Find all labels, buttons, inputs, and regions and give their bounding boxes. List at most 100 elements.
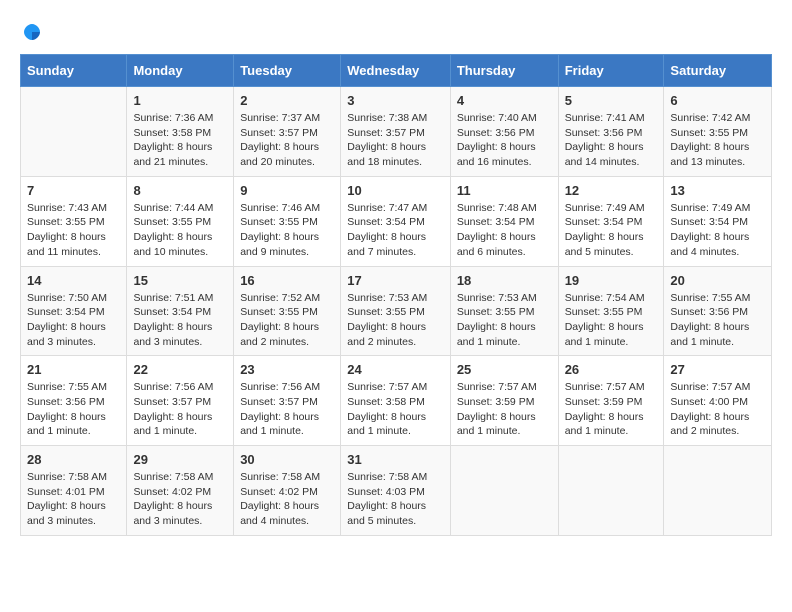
day-number: 14 xyxy=(27,273,120,288)
day-info: Sunrise: 7:54 AMSunset: 3:55 PMDaylight:… xyxy=(565,291,658,350)
col-sunday: Sunday xyxy=(21,55,127,87)
calendar-cell: 21 Sunrise: 7:55 AMSunset: 3:56 PMDayligh… xyxy=(21,356,127,446)
calendar-cell: 23Sunrise: 7:56 AMSunset: 3:57 PMDayligh… xyxy=(234,356,341,446)
calendar-cell: 30 Sunrise: 7:58 AMSunset: 4:02 PMDayligh… xyxy=(234,446,341,536)
calendar-header: Sunday Monday Tuesday Wednesday Thursday… xyxy=(21,55,772,87)
calendar-cell xyxy=(450,446,558,536)
col-thursday: Thursday xyxy=(450,55,558,87)
col-tuesday: Tuesday xyxy=(234,55,341,87)
day-info: Sunrise: 7:55 AMSunset: 3:56 PMDaylight:… xyxy=(27,380,120,439)
calendar-cell: 14Sunrise: 7:50 AMSunset: 3:54 PMDayligh… xyxy=(21,266,127,356)
day-info: Sunrise: 7:42 AMSunset: 3:55 PMDaylight:… xyxy=(670,111,765,170)
calendar-week-5: 28 Sunrise: 7:58 AMSunset: 4:01 PMDayligh… xyxy=(21,446,772,536)
day-info: Sunrise: 7:53 AMSunset: 3:55 PMDaylight:… xyxy=(347,291,444,350)
logo-icon xyxy=(20,20,44,44)
day-number: 28 xyxy=(27,452,120,467)
day-number: 6 xyxy=(670,93,765,108)
day-info: Sunrise: 7:48 AMSunset: 3:54 PMDaylight:… xyxy=(457,201,552,260)
day-number: 30 xyxy=(240,452,334,467)
col-saturday: Saturday xyxy=(664,55,772,87)
calendar-cell: 11 Sunrise: 7:48 AMSunset: 3:54 PMDayligh… xyxy=(450,176,558,266)
calendar-cell: 9Sunrise: 7:46 AMSunset: 3:55 PMDaylight… xyxy=(234,176,341,266)
calendar-cell: 17 Sunrise: 7:53 AMSunset: 3:55 PMDayligh… xyxy=(341,266,451,356)
day-info: Sunrise: 7:58 AMSunset: 4:03 PMDaylight:… xyxy=(347,470,444,529)
calendar-week-2: 7Sunrise: 7:43 AMSunset: 3:55 PMDaylight… xyxy=(21,176,772,266)
day-number: 19 xyxy=(565,273,658,288)
day-number: 4 xyxy=(457,93,552,108)
day-number: 20 xyxy=(670,273,765,288)
day-info: Sunrise: 7:58 AMSunset: 4:01 PMDaylight:… xyxy=(27,470,120,529)
day-info: Sunrise: 7:36 AMSunset: 3:58 PMDaylight:… xyxy=(133,111,227,170)
day-info: Sunrise: 7:58 AMSunset: 4:02 PMDaylight:… xyxy=(240,470,334,529)
day-number: 22 xyxy=(133,362,227,377)
calendar-cell xyxy=(558,446,664,536)
day-info: Sunrise: 7:51 AMSunset: 3:54 PMDaylight:… xyxy=(133,291,227,350)
day-info: Sunrise: 7:49 AMSunset: 3:54 PMDaylight:… xyxy=(565,201,658,260)
calendar-table: Sunday Monday Tuesday Wednesday Thursday… xyxy=(20,54,772,536)
day-number: 27 xyxy=(670,362,765,377)
calendar-cell: 31 Sunrise: 7:58 AMSunset: 4:03 PMDayligh… xyxy=(341,446,451,536)
calendar-week-4: 21 Sunrise: 7:55 AMSunset: 3:56 PMDayligh… xyxy=(21,356,772,446)
calendar-cell: 16Sunrise: 7:52 AMSunset: 3:55 PMDayligh… xyxy=(234,266,341,356)
day-number: 12 xyxy=(565,183,658,198)
day-info: Sunrise: 7:57 AMSunset: 3:59 PMDaylight:… xyxy=(565,380,658,439)
calendar-cell: 1 Sunrise: 7:36 AMSunset: 3:58 PMDaylight… xyxy=(127,87,234,177)
calendar-cell: 20Sunrise: 7:55 AMSunset: 3:56 PMDayligh… xyxy=(664,266,772,356)
day-number: 29 xyxy=(133,452,227,467)
day-number: 3 xyxy=(347,93,444,108)
calendar-cell: 7Sunrise: 7:43 AMSunset: 3:55 PMDaylight… xyxy=(21,176,127,266)
day-info: Sunrise: 7:49 AMSunset: 3:54 PMDaylight:… xyxy=(670,201,765,260)
calendar-cell: 15 Sunrise: 7:51 AMSunset: 3:54 PMDayligh… xyxy=(127,266,234,356)
day-info: Sunrise: 7:56 AMSunset: 3:57 PMDaylight:… xyxy=(240,380,334,439)
day-info: Sunrise: 7:40 AMSunset: 3:56 PMDaylight:… xyxy=(457,111,552,170)
logo xyxy=(20,20,48,44)
day-info: Sunrise: 7:38 AMSunset: 3:57 PMDaylight:… xyxy=(347,111,444,170)
col-wednesday: Wednesday xyxy=(341,55,451,87)
day-info: Sunrise: 7:58 AMSunset: 4:02 PMDaylight:… xyxy=(133,470,227,529)
calendar-cell: 6 Sunrise: 7:42 AMSunset: 3:55 PMDaylight… xyxy=(664,87,772,177)
calendar-cell: 27 Sunrise: 7:57 AMSunset: 4:00 PMDayligh… xyxy=(664,356,772,446)
day-number: 2 xyxy=(240,93,334,108)
day-number: 5 xyxy=(565,93,658,108)
day-number: 7 xyxy=(27,183,120,198)
day-number: 26 xyxy=(565,362,658,377)
day-info: Sunrise: 7:56 AMSunset: 3:57 PMDaylight:… xyxy=(133,380,227,439)
day-info: Sunrise: 7:47 AMSunset: 3:54 PMDaylight:… xyxy=(347,201,444,260)
calendar-week-1: 1 Sunrise: 7:36 AMSunset: 3:58 PMDaylight… xyxy=(21,87,772,177)
calendar-cell: 24 Sunrise: 7:57 AMSunset: 3:58 PMDayligh… xyxy=(341,356,451,446)
col-friday: Friday xyxy=(558,55,664,87)
calendar-body: 1 Sunrise: 7:36 AMSunset: 3:58 PMDaylight… xyxy=(21,87,772,536)
day-info: Sunrise: 7:57 AMSunset: 3:59 PMDaylight:… xyxy=(457,380,552,439)
col-monday: Monday xyxy=(127,55,234,87)
calendar-cell: 12 Sunrise: 7:49 AMSunset: 3:54 PMDayligh… xyxy=(558,176,664,266)
calendar-cell: 10 Sunrise: 7:47 AMSunset: 3:54 PMDayligh… xyxy=(341,176,451,266)
day-number: 9 xyxy=(240,183,334,198)
day-info: Sunrise: 7:37 AMSunset: 3:57 PMDaylight:… xyxy=(240,111,334,170)
calendar-cell: 19 Sunrise: 7:54 AMSunset: 3:55 PMDayligh… xyxy=(558,266,664,356)
day-number: 31 xyxy=(347,452,444,467)
calendar-cell xyxy=(21,87,127,177)
calendar-cell: 3 Sunrise: 7:38 AMSunset: 3:57 PMDaylight… xyxy=(341,87,451,177)
calendar-cell xyxy=(664,446,772,536)
calendar-cell: 8 Sunrise: 7:44 AMSunset: 3:55 PMDaylight… xyxy=(127,176,234,266)
day-number: 11 xyxy=(457,183,552,198)
day-number: 21 xyxy=(27,362,120,377)
day-number: 15 xyxy=(133,273,227,288)
calendar-cell: 4 Sunrise: 7:40 AMSunset: 3:56 PMDaylight… xyxy=(450,87,558,177)
header-row: Sunday Monday Tuesday Wednesday Thursday… xyxy=(21,55,772,87)
day-info: Sunrise: 7:57 AMSunset: 3:58 PMDaylight:… xyxy=(347,380,444,439)
day-info: Sunrise: 7:44 AMSunset: 3:55 PMDaylight:… xyxy=(133,201,227,260)
calendar-cell: 2 Sunrise: 7:37 AMSunset: 3:57 PMDaylight… xyxy=(234,87,341,177)
day-number: 24 xyxy=(347,362,444,377)
page-header xyxy=(20,20,772,44)
calendar-cell: 28 Sunrise: 7:58 AMSunset: 4:01 PMDayligh… xyxy=(21,446,127,536)
day-info: Sunrise: 7:57 AMSunset: 4:00 PMDaylight:… xyxy=(670,380,765,439)
calendar-cell: 22 Sunrise: 7:56 AMSunset: 3:57 PMDayligh… xyxy=(127,356,234,446)
day-number: 1 xyxy=(133,93,227,108)
calendar-cell: 5Sunrise: 7:41 AMSunset: 3:56 PMDaylight… xyxy=(558,87,664,177)
calendar-cell: 18Sunrise: 7:53 AMSunset: 3:55 PMDayligh… xyxy=(450,266,558,356)
day-number: 17 xyxy=(347,273,444,288)
calendar-cell: 29 Sunrise: 7:58 AMSunset: 4:02 PMDayligh… xyxy=(127,446,234,536)
day-number: 8 xyxy=(133,183,227,198)
day-number: 10 xyxy=(347,183,444,198)
